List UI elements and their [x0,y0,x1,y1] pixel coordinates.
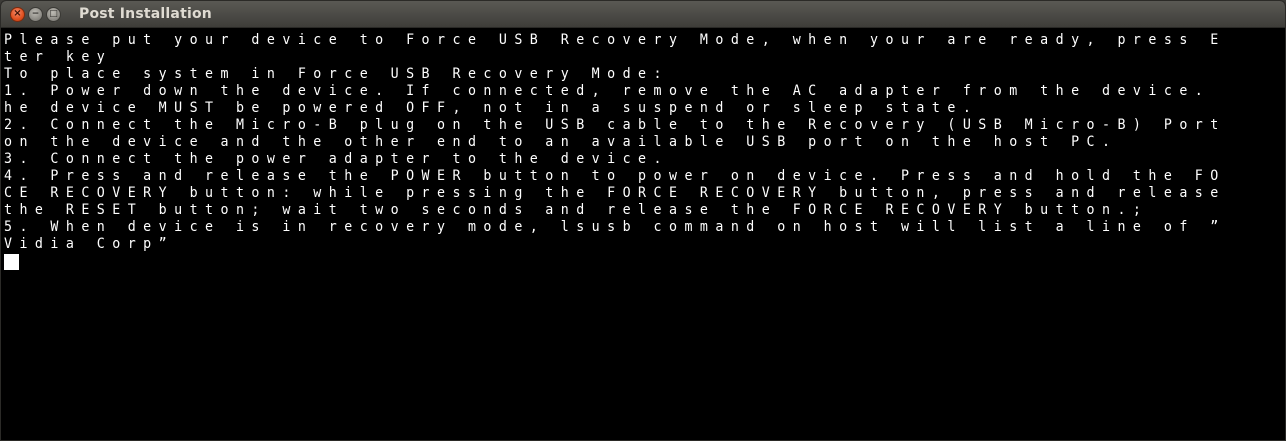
window-controls: × − □ [10,6,61,22]
terminal-line: on the device and the other end to an av… [4,134,1118,150]
maximize-icon: □ [49,8,58,19]
terminal-window: × − □ Post Installation Please put your … [0,0,1286,441]
close-icon: × [13,8,22,19]
minimize-button[interactable]: − [28,6,43,22]
terminal-line: 3. Connect the power adapter to the devi… [4,151,669,167]
terminal-line: CE RECOVERY button: while pressing the F… [4,185,1221,201]
terminal-line: To place system in Force USB Recovery Mo… [4,66,669,82]
terminal-line: Please put your device to Force USB Reco… [4,32,1221,48]
terminal-area[interactable]: Please put your device to Force USB Reco… [1,30,1285,440]
terminal-line: 2. Connect the Micro-B plug on the USB c… [4,117,1221,133]
terminal-line: Vidia Corp” [4,236,175,252]
terminal-line: 1. Power down the device. If connected, … [4,83,1221,99]
terminal-cursor [4,254,19,270]
terminal-line: the RESET button; wait two seconds and r… [4,202,1149,218]
title-bar[interactable]: × − □ Post Installation [1,1,1285,28]
window-title: Post Installation [79,6,212,22]
minimize-icon: − [31,8,40,19]
close-button[interactable]: × [10,6,25,22]
maximize-button[interactable]: □ [46,6,61,22]
terminal-line: 5. When device is in recovery mode, lsus… [4,219,1221,235]
terminal-line: ter key [4,49,113,65]
terminal-line: 4. Press and release the POWER button to… [4,168,1221,184]
terminal-line: he device MUST be powered OFF, not in a … [4,100,979,116]
